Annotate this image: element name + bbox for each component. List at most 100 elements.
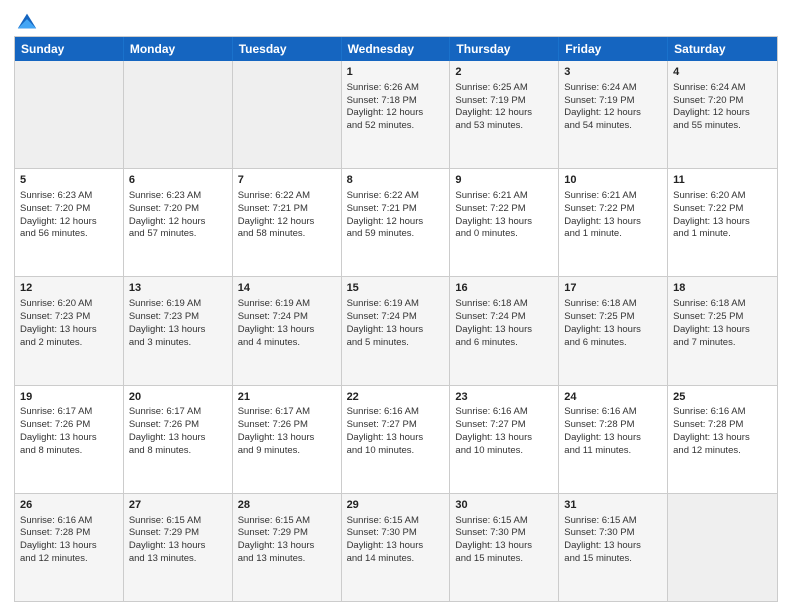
- week-row-3: 12 Sunrise: 6:20 AM Sunset: 7:23 PM Dayli…: [15, 276, 777, 384]
- calendar-header: SundayMondayTuesdayWednesdayThursdayFrid…: [15, 37, 777, 61]
- day-info: Sunrise: 6:16 AM Sunset: 7:27 PM Dayligh…: [455, 406, 532, 455]
- day-number: 19: [20, 390, 118, 405]
- day-info: Sunrise: 6:18 AM Sunset: 7:25 PM Dayligh…: [673, 298, 750, 347]
- day-info: Sunrise: 6:25 AM Sunset: 7:19 PM Dayligh…: [455, 82, 532, 131]
- day-number: 13: [129, 281, 227, 296]
- week-row-1: 1 Sunrise: 6:26 AM Sunset: 7:18 PM Daylig…: [15, 61, 777, 168]
- day-info: Sunrise: 6:19 AM Sunset: 7:24 PM Dayligh…: [347, 298, 424, 347]
- empty-cell: [668, 494, 777, 601]
- day-number: 17: [564, 281, 662, 296]
- day-info: Sunrise: 6:22 AM Sunset: 7:21 PM Dayligh…: [238, 190, 315, 239]
- day-cell-19: 19Sunrise: 6:17 AM Sunset: 7:26 PM Dayli…: [15, 386, 124, 493]
- day-number: 28: [238, 498, 336, 513]
- day-cell-28: 28Sunrise: 6:15 AM Sunset: 7:29 PM Dayli…: [233, 494, 342, 601]
- day-info: Sunrise: 6:23 AM Sunset: 7:20 PM Dayligh…: [129, 190, 206, 239]
- empty-cell: [124, 61, 233, 168]
- day-cell-11: 11 Sunrise: 6:20 AM Sunset: 7:22 PM Dayli…: [668, 169, 777, 276]
- day-number: 12: [20, 281, 118, 296]
- day-info: Sunrise: 6:24 AM Sunset: 7:20 PM Dayligh…: [673, 82, 750, 131]
- day-cell-15: 15 Sunrise: 6:19 AM Sunset: 7:24 PM Dayli…: [342, 277, 451, 384]
- day-number: 21: [238, 390, 336, 405]
- day-cell-17: 17 Sunrise: 6:18 AM Sunset: 7:25 PM Dayli…: [559, 277, 668, 384]
- day-cell-10: 10 Sunrise: 6:21 AM Sunset: 7:22 PM Dayli…: [559, 169, 668, 276]
- day-cell-29: 29 Sunrise: 6:15 AM Sunset: 7:30 PM Dayli…: [342, 494, 451, 601]
- day-info: Sunrise: 6:21 AM Sunset: 7:22 PM Dayligh…: [564, 190, 641, 239]
- day-info: Sunrise: 6:15 AM Sunset: 7:30 PM Dayligh…: [564, 515, 641, 564]
- day-info: Sunrise: 6:17 AM Sunset: 7:26 PM Dayligh…: [129, 406, 206, 455]
- day-cell-18: 18Sunrise: 6:18 AM Sunset: 7:25 PM Dayli…: [668, 277, 777, 384]
- header: [14, 10, 778, 28]
- day-cell-8: 8 Sunrise: 6:22 AM Sunset: 7:21 PM Daylig…: [342, 169, 451, 276]
- day-info: Sunrise: 6:20 AM Sunset: 7:23 PM Dayligh…: [20, 298, 97, 347]
- day-cell-12: 12 Sunrise: 6:20 AM Sunset: 7:23 PM Dayli…: [15, 277, 124, 384]
- day-number: 5: [20, 173, 118, 188]
- empty-cell: [15, 61, 124, 168]
- day-cell-14: 14Sunrise: 6:19 AM Sunset: 7:24 PM Dayli…: [233, 277, 342, 384]
- day-info: Sunrise: 6:18 AM Sunset: 7:24 PM Dayligh…: [455, 298, 532, 347]
- day-info: Sunrise: 6:16 AM Sunset: 7:28 PM Dayligh…: [673, 406, 750, 455]
- day-number: 22: [347, 390, 445, 405]
- day-info: Sunrise: 6:15 AM Sunset: 7:30 PM Dayligh…: [455, 515, 532, 564]
- day-number: 27: [129, 498, 227, 513]
- day-number: 26: [20, 498, 118, 513]
- day-info: Sunrise: 6:20 AM Sunset: 7:22 PM Dayligh…: [673, 190, 750, 239]
- day-info: Sunrise: 6:18 AM Sunset: 7:25 PM Dayligh…: [564, 298, 641, 347]
- day-cell-9: 9 Sunrise: 6:21 AM Sunset: 7:22 PM Daylig…: [450, 169, 559, 276]
- header-day-thursday: Thursday: [450, 37, 559, 61]
- day-cell-22: 22Sunrise: 6:16 AM Sunset: 7:27 PM Dayli…: [342, 386, 451, 493]
- day-number: 14: [238, 281, 336, 296]
- page: SundayMondayTuesdayWednesdayThursdayFrid…: [0, 0, 792, 612]
- day-info: Sunrise: 6:26 AM Sunset: 7:18 PM Dayligh…: [347, 82, 424, 131]
- day-cell-23: 23Sunrise: 6:16 AM Sunset: 7:27 PM Dayli…: [450, 386, 559, 493]
- day-number: 15: [347, 281, 445, 296]
- day-number: 29: [347, 498, 445, 513]
- day-cell-30: 30Sunrise: 6:15 AM Sunset: 7:30 PM Dayli…: [450, 494, 559, 601]
- header-day-wednesday: Wednesday: [342, 37, 451, 61]
- day-cell-21: 21Sunrise: 6:17 AM Sunset: 7:26 PM Dayli…: [233, 386, 342, 493]
- day-cell-26: 26 Sunrise: 6:16 AM Sunset: 7:28 PM Dayli…: [15, 494, 124, 601]
- day-number: 4: [673, 65, 772, 80]
- day-cell-7: 7Sunrise: 6:22 AM Sunset: 7:21 PM Daylig…: [233, 169, 342, 276]
- logo-icon: [16, 10, 38, 32]
- day-number: 9: [455, 173, 553, 188]
- day-info: Sunrise: 6:19 AM Sunset: 7:23 PM Dayligh…: [129, 298, 206, 347]
- empty-cell: [233, 61, 342, 168]
- day-number: 20: [129, 390, 227, 405]
- day-cell-16: 16 Sunrise: 6:18 AM Sunset: 7:24 PM Dayli…: [450, 277, 559, 384]
- day-info: Sunrise: 6:15 AM Sunset: 7:29 PM Dayligh…: [129, 515, 206, 564]
- day-number: 3: [564, 65, 662, 80]
- calendar-body: 1 Sunrise: 6:26 AM Sunset: 7:18 PM Daylig…: [15, 61, 777, 601]
- day-cell-2: 2 Sunrise: 6:25 AM Sunset: 7:19 PM Daylig…: [450, 61, 559, 168]
- day-cell-6: 6 Sunrise: 6:23 AM Sunset: 7:20 PM Daylig…: [124, 169, 233, 276]
- week-row-4: 19Sunrise: 6:17 AM Sunset: 7:26 PM Dayli…: [15, 385, 777, 493]
- day-number: 6: [129, 173, 227, 188]
- logo: [14, 10, 38, 28]
- day-number: 31: [564, 498, 662, 513]
- day-cell-1: 1 Sunrise: 6:26 AM Sunset: 7:18 PM Daylig…: [342, 61, 451, 168]
- day-number: 2: [455, 65, 553, 80]
- day-number: 16: [455, 281, 553, 296]
- header-day-monday: Monday: [124, 37, 233, 61]
- day-info: Sunrise: 6:24 AM Sunset: 7:19 PM Dayligh…: [564, 82, 641, 131]
- day-number: 23: [455, 390, 553, 405]
- day-cell-3: 3 Sunrise: 6:24 AM Sunset: 7:19 PM Daylig…: [559, 61, 668, 168]
- day-number: 10: [564, 173, 662, 188]
- day-info: Sunrise: 6:17 AM Sunset: 7:26 PM Dayligh…: [20, 406, 97, 455]
- header-day-saturday: Saturday: [668, 37, 777, 61]
- day-cell-24: 24Sunrise: 6:16 AM Sunset: 7:28 PM Dayli…: [559, 386, 668, 493]
- day-number: 1: [347, 65, 445, 80]
- day-info: Sunrise: 6:16 AM Sunset: 7:27 PM Dayligh…: [347, 406, 424, 455]
- day-info: Sunrise: 6:21 AM Sunset: 7:22 PM Dayligh…: [455, 190, 532, 239]
- day-info: Sunrise: 6:16 AM Sunset: 7:28 PM Dayligh…: [20, 515, 97, 564]
- day-info: Sunrise: 6:22 AM Sunset: 7:21 PM Dayligh…: [347, 190, 424, 239]
- header-day-tuesday: Tuesday: [233, 37, 342, 61]
- day-info: Sunrise: 6:15 AM Sunset: 7:30 PM Dayligh…: [347, 515, 424, 564]
- header-day-friday: Friday: [559, 37, 668, 61]
- day-number: 8: [347, 173, 445, 188]
- day-cell-25: 25Sunrise: 6:16 AM Sunset: 7:28 PM Dayli…: [668, 386, 777, 493]
- day-cell-5: 5Sunrise: 6:23 AM Sunset: 7:20 PM Daylig…: [15, 169, 124, 276]
- day-number: 11: [673, 173, 772, 188]
- day-cell-20: 20Sunrise: 6:17 AM Sunset: 7:26 PM Dayli…: [124, 386, 233, 493]
- day-cell-4: 4 Sunrise: 6:24 AM Sunset: 7:20 PM Daylig…: [668, 61, 777, 168]
- day-info: Sunrise: 6:16 AM Sunset: 7:28 PM Dayligh…: [564, 406, 641, 455]
